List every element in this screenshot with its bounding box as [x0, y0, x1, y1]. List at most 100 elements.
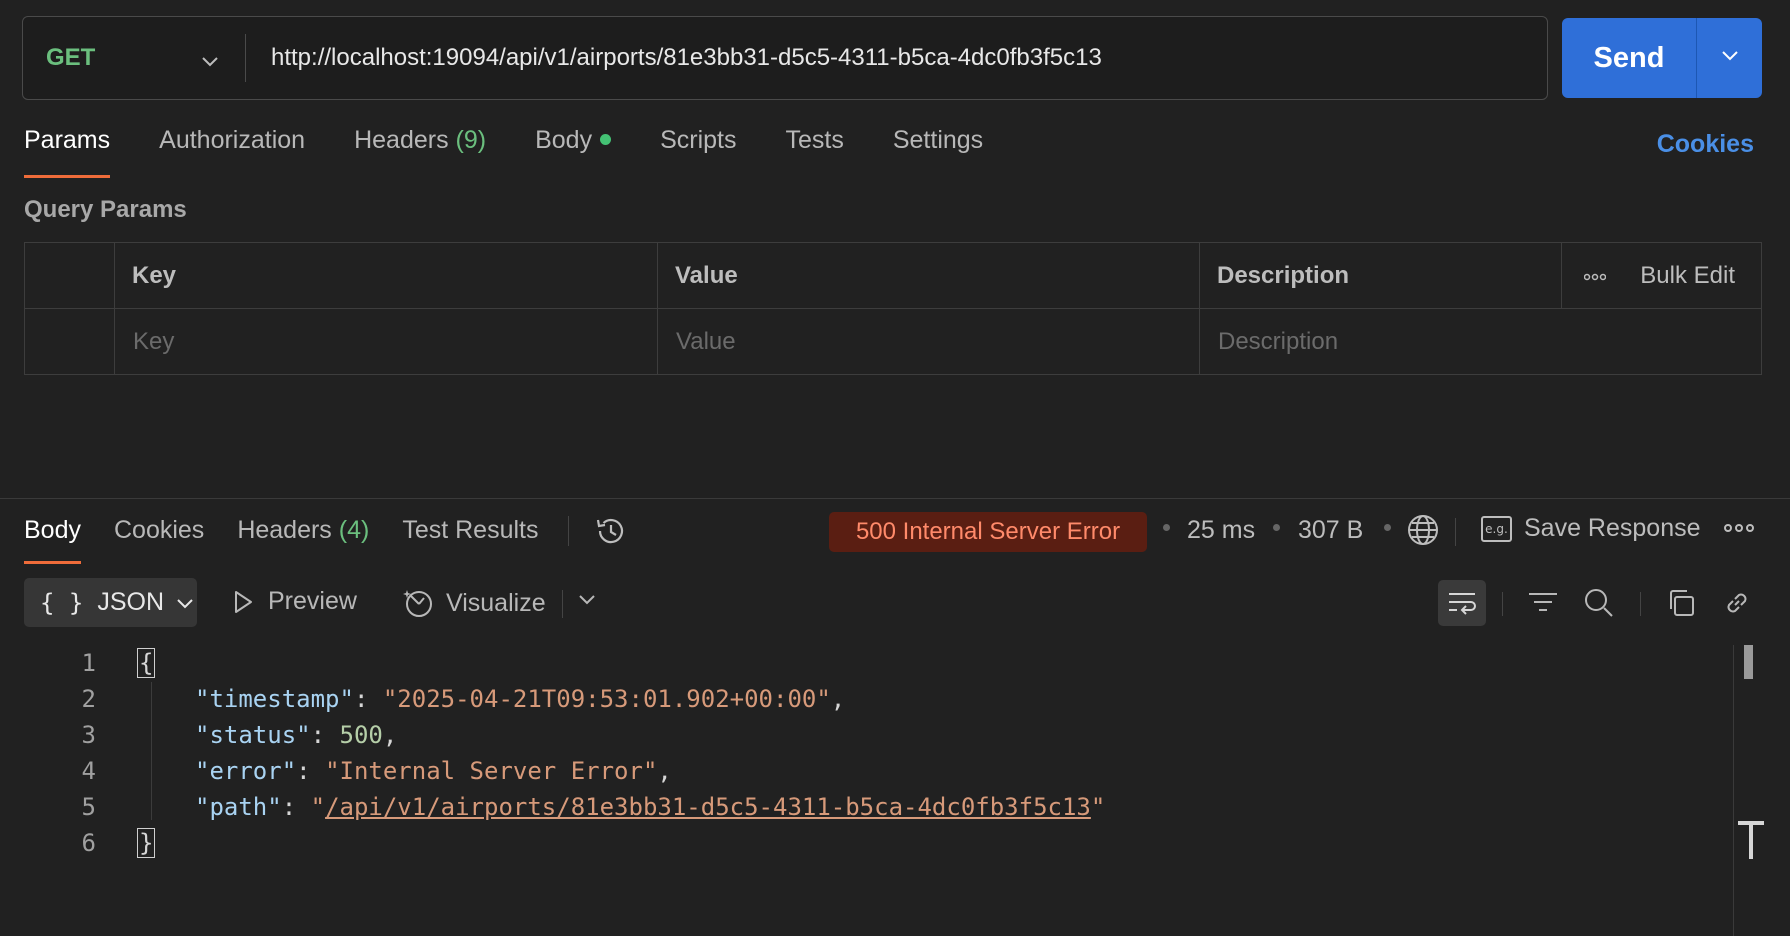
- tab-label: Body: [535, 126, 593, 154]
- copy-button[interactable]: [1657, 580, 1705, 626]
- row-checkbox-cell: [25, 309, 115, 375]
- request-url-bar: GET http://localhost:19094/api/v1/airpor…: [22, 16, 1548, 100]
- format-select[interactable]: { } JSON: [24, 578, 197, 627]
- json-key: "path": [195, 793, 282, 821]
- link-button[interactable]: [1713, 580, 1761, 626]
- table-actions: Bulk Edit: [1562, 243, 1761, 308]
- chevron-down-icon: [201, 47, 219, 75]
- send-button-group: Send: [1562, 18, 1762, 98]
- copy-icon: [1666, 588, 1696, 618]
- tab-response-body[interactable]: Body: [24, 516, 81, 564]
- json-value: "Internal Server Error": [325, 757, 658, 785]
- tab-label: Settings: [892, 126, 984, 154]
- json-trail: ,: [830, 685, 846, 713]
- json-quote: ": [1090, 793, 1106, 821]
- line-number: 6: [81, 829, 96, 857]
- format-separator: [562, 590, 563, 618]
- example-icon: e.g.: [1481, 515, 1512, 542]
- tab-response-headers[interactable]: Headers (4): [237, 516, 369, 564]
- json-value: 500: [339, 721, 383, 749]
- response-time[interactable]: 25 ms: [1187, 516, 1255, 545]
- json-path-link[interactable]: /api/v1/airports/81e3bb31-d5c5-4311-b5ca…: [325, 793, 1091, 821]
- tab-label: Params: [24, 126, 111, 154]
- search-icon: [1583, 587, 1615, 619]
- chevron-down-icon: [176, 588, 194, 617]
- tab-headers[interactable]: Headers (9): [354, 126, 486, 178]
- line-number: 3: [81, 721, 96, 749]
- tab-body[interactable]: Body: [535, 126, 612, 178]
- preview-button[interactable]: Preview: [232, 587, 357, 616]
- json-trail: ,: [657, 757, 672, 785]
- tab-label: Body: [24, 516, 81, 544]
- wrap-lines-button[interactable]: [1438, 580, 1486, 626]
- tab-params[interactable]: Params: [24, 126, 111, 178]
- tab-authorization[interactable]: Authorization: [159, 126, 305, 178]
- editor-scroll-track[interactable]: [1733, 645, 1734, 936]
- scrollbar-thumb[interactable]: [1744, 645, 1753, 679]
- tab-tests[interactable]: Tests: [785, 126, 843, 178]
- tab-separator: [568, 516, 569, 546]
- meta-bullet: [1163, 524, 1170, 531]
- globe-icon[interactable]: [1406, 513, 1440, 552]
- json-key: "timestamp": [195, 685, 354, 713]
- tab-scripts[interactable]: Scripts: [660, 126, 736, 178]
- line-number: 4: [81, 757, 96, 785]
- send-options-button[interactable]: [1697, 18, 1762, 98]
- preview-label: Preview: [268, 587, 357, 615]
- response-divider[interactable]: [0, 498, 1790, 499]
- play-icon: [232, 589, 254, 615]
- key-input[interactable]: Key: [115, 309, 658, 375]
- link-icon: [1722, 588, 1752, 618]
- table-header-row: Key Value Description Bulk Edit: [25, 243, 1761, 309]
- line-number: 1: [81, 649, 96, 677]
- status-badge[interactable]: 500 Internal Server Error: [829, 512, 1147, 552]
- tool-separator: [1502, 592, 1503, 616]
- visualize-label: Visualize: [446, 588, 546, 617]
- more-icon[interactable]: [1584, 264, 1607, 287]
- checkbox-column-header: [25, 243, 115, 308]
- filter-button[interactable]: [1519, 580, 1567, 626]
- save-response-button[interactable]: e.g. Save Response: [1481, 514, 1701, 543]
- cookies-link[interactable]: Cookies: [1657, 130, 1754, 159]
- visualize-button[interactable]: Visualize: [402, 587, 546, 619]
- value-input[interactable]: Value: [658, 309, 1200, 375]
- json-quote: ": [310, 793, 326, 821]
- column-header-key: Key: [115, 243, 658, 308]
- meta-separator: [1455, 518, 1456, 546]
- close-brace: }: [137, 828, 156, 858]
- line-number: 5: [81, 793, 96, 821]
- tab-label: Tests: [785, 126, 844, 154]
- headers-count: (4): [338, 516, 370, 544]
- send-button[interactable]: Send: [1562, 18, 1696, 98]
- response-size[interactable]: 307 B: [1298, 516, 1363, 545]
- headers-count: (9): [455, 126, 487, 154]
- braces-icon: { }: [40, 588, 84, 617]
- tab-test-results[interactable]: Test Results: [402, 516, 538, 564]
- tab-response-cookies[interactable]: Cookies: [114, 516, 204, 564]
- column-header-value: Value: [658, 243, 1200, 308]
- table-row: Key Value Description: [25, 309, 1761, 375]
- visualize-icon: [402, 587, 434, 619]
- indent-guide: [151, 682, 152, 820]
- visualize-options-button[interactable]: [578, 594, 596, 606]
- code-line: 1 {: [0, 645, 156, 681]
- bulk-edit-button[interactable]: Bulk Edit: [1640, 262, 1735, 290]
- url-input[interactable]: http://localhost:19094/api/v1/airports/8…: [246, 44, 1102, 72]
- search-button[interactable]: [1575, 580, 1623, 626]
- json-trail: ,: [382, 721, 398, 749]
- meta-bullet: [1273, 524, 1280, 531]
- column-header-description: Description: [1200, 243, 1562, 308]
- tab-label: Test Results: [402, 516, 539, 544]
- description-input[interactable]: Description: [1200, 309, 1562, 375]
- method-select[interactable]: GET: [23, 17, 245, 99]
- history-icon[interactable]: [594, 514, 628, 553]
- more-icon[interactable]: [1724, 516, 1754, 539]
- text-cursor-icon: [1738, 821, 1764, 861]
- response-body-editor[interactable]: 1 { 2 "timestamp": "2025-04-21T09:53:01.…: [0, 645, 1730, 936]
- response-tabs: Body Cookies Headers (4) Test Results: [24, 516, 572, 564]
- query-params-title: Query Params: [24, 196, 187, 223]
- body-indicator-dot: [600, 134, 612, 145]
- method-label: GET: [46, 44, 96, 71]
- tab-settings[interactable]: Settings: [893, 126, 983, 178]
- query-params-table: Key Value Description Bulk Edit Key Valu…: [24, 242, 1762, 375]
